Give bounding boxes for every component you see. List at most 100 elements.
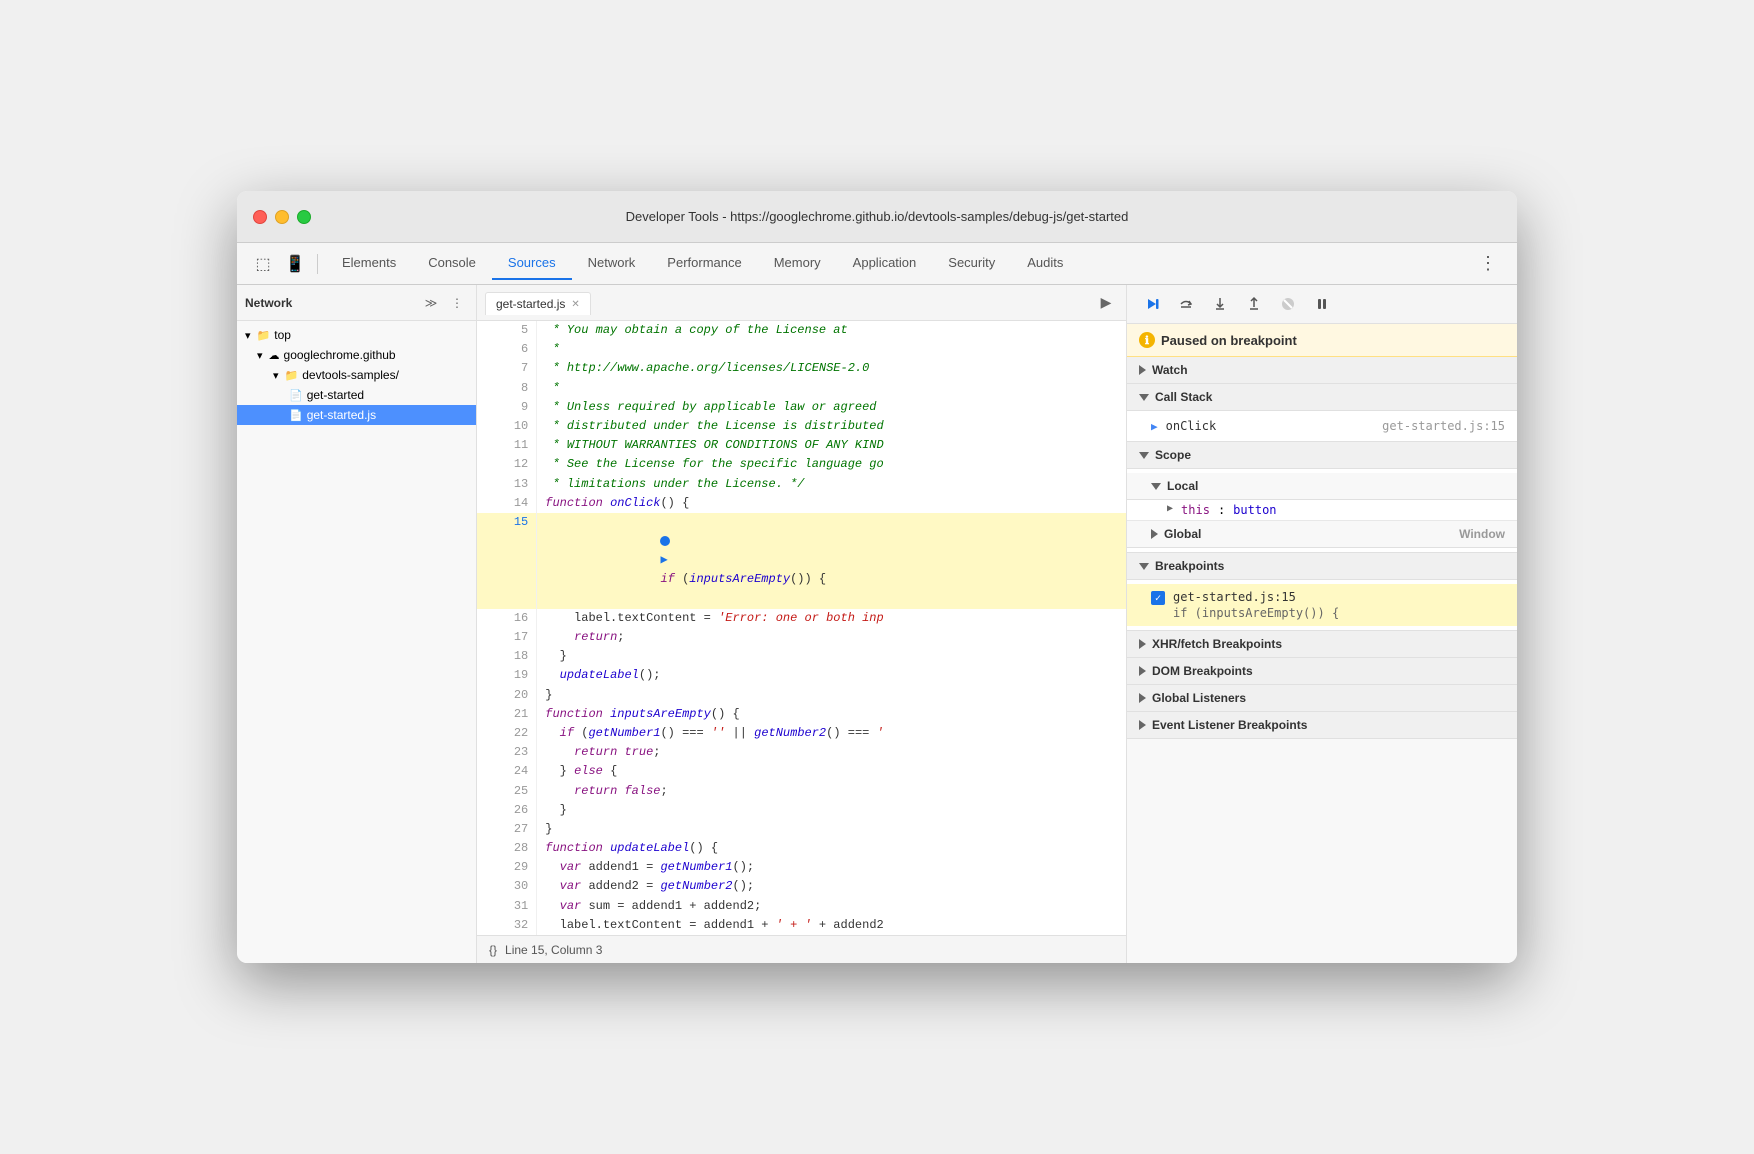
tab-console[interactable]: Console (412, 247, 492, 280)
xhr-breakpoints-label: XHR/fetch Breakpoints (1152, 637, 1282, 651)
tab-sources[interactable]: Sources (492, 247, 572, 280)
line-code[interactable]: var addend2 = getNumber2(); (537, 877, 1126, 896)
line-code[interactable]: var sum = addend1 + addend2; (537, 897, 1126, 916)
code-line-24: 24 } else { (477, 762, 1126, 781)
line-code[interactable]: updateLabel(); (537, 666, 1126, 685)
code-line-17: 17 return; (477, 628, 1126, 647)
line-code[interactable]: * WITHOUT WARRANTIES OR CONDITIONS OF AN… (537, 436, 1126, 455)
code-line-13: 13 * limitations under the License. */ (477, 475, 1126, 494)
code-line-11: 11 * WITHOUT WARRANTIES OR CONDITIONS OF… (477, 436, 1126, 455)
panel-menu-button[interactable]: ⋮ (446, 292, 468, 314)
line-code[interactable]: return; (537, 628, 1126, 647)
line-code[interactable]: * You may obtain a copy of the License a… (537, 321, 1126, 340)
line-code[interactable]: * limitations under the License. */ (537, 475, 1126, 494)
device-icon[interactable]: 📱 (281, 250, 309, 278)
tree-item-get-started[interactable]: 📄 get-started (237, 385, 476, 405)
execution-arrow: ▶ (660, 551, 667, 570)
minimize-button[interactable] (275, 210, 289, 224)
tab-memory[interactable]: Memory (758, 247, 837, 280)
breakpoint-code: if (inputsAreEmpty()) { (1173, 606, 1339, 620)
tab-performance[interactable]: Performance (651, 247, 757, 280)
scope-section-header[interactable]: Scope (1127, 442, 1517, 469)
code-line-9: 9 * Unless required by applicable law or… (477, 398, 1126, 417)
local-collapse-icon (1151, 483, 1161, 490)
tab-network[interactable]: Network (572, 247, 652, 280)
code-line-5: 5 * You may obtain a copy of the License… (477, 321, 1126, 340)
main-toolbar: ⬚ 📱 Elements Console Sources Network Per… (237, 243, 1517, 285)
tab-audits[interactable]: Audits (1011, 247, 1079, 280)
line-code[interactable]: * distributed under the License is distr… (537, 417, 1126, 436)
line-code[interactable]: } (537, 801, 1126, 820)
editor-tab[interactable]: get-started.js ✕ (485, 292, 591, 315)
more-tabs-button[interactable]: ⋮ (1471, 249, 1505, 278)
step-into-button[interactable] (1207, 291, 1233, 317)
line-code[interactable]: if (getNumber1() === '' || getNumber2() … (537, 724, 1126, 743)
line-code[interactable]: function updateLabel() { (537, 839, 1126, 858)
local-scope-header[interactable]: Local (1127, 473, 1517, 500)
editor-tab-label: get-started.js (496, 297, 565, 311)
close-button[interactable] (253, 210, 267, 224)
global-listeners-label: Global Listeners (1152, 691, 1246, 705)
expand-panel-button[interactable]: ≫ (420, 292, 442, 314)
line-code[interactable]: } (537, 647, 1126, 666)
breakpoint-item-1[interactable]: ✓ get-started.js:15 if (inputsAreEmpty()… (1127, 584, 1517, 626)
deactivate-breakpoints-button[interactable] (1275, 291, 1301, 317)
code-line-21: 21 function inputsAreEmpty() { (477, 705, 1126, 724)
call-stack-section-header[interactable]: Call Stack (1127, 384, 1517, 411)
line-code[interactable]: } (537, 820, 1126, 839)
tree-item-get-started-js[interactable]: 📄 get-started.js (237, 405, 476, 425)
step-over-button[interactable] (1173, 291, 1199, 317)
line-num: 13 (477, 475, 537, 494)
line-num: 29 (477, 858, 537, 877)
xhr-breakpoints-header[interactable]: XHR/fetch Breakpoints (1127, 631, 1517, 658)
global-scope-header[interactable]: Global Window (1127, 520, 1517, 548)
line-code[interactable]: return true; (537, 743, 1126, 762)
tree-item-label: get-started.js (307, 408, 376, 422)
line-code[interactable]: * http://www.apache.org/licenses/LICENSE… (537, 359, 1126, 378)
global-listeners-header[interactable]: Global Listeners (1127, 685, 1517, 712)
step-out-button[interactable] (1241, 291, 1267, 317)
line-code[interactable]: function inputsAreEmpty() { (537, 705, 1126, 724)
pause-message: Paused on breakpoint (1161, 333, 1297, 348)
line-code[interactable]: ▶ if (inputsAreEmpty()) { (537, 513, 1126, 609)
line-num: 10 (477, 417, 537, 436)
call-fn-name: onClick (1166, 419, 1217, 433)
tree-item-devtools-samples[interactable]: ▾ 📁 devtools-samples/ (237, 365, 476, 385)
pause-on-exceptions-button[interactable] (1309, 291, 1335, 317)
line-num: 18 (477, 647, 537, 666)
tree-item-top[interactable]: ▾ 📁 top (237, 325, 476, 345)
editor-nav-button[interactable]: ▶ (1094, 291, 1118, 315)
line-code[interactable]: return false; (537, 782, 1126, 801)
watch-section-header[interactable]: Watch (1127, 357, 1517, 384)
cursor-icon[interactable]: ⬚ (249, 250, 277, 278)
tab-application[interactable]: Application (837, 247, 933, 280)
tab-security[interactable]: Security (932, 247, 1011, 280)
tab-elements[interactable]: Elements (326, 247, 412, 280)
line-code[interactable]: } else { (537, 762, 1126, 781)
line-code[interactable]: label.textContent = 'Error: one or both … (537, 609, 1126, 628)
call-fn-location: get-started.js:15 (1382, 419, 1505, 433)
breakpoint-checkbox[interactable]: ✓ (1151, 591, 1165, 605)
folder-arrow-icon: ▾ (245, 329, 251, 342)
tree-item-label: top (274, 328, 291, 342)
line-code[interactable]: var addend1 = getNumber1(); (537, 858, 1126, 877)
line-num: 23 (477, 743, 537, 762)
line-code[interactable]: * (537, 379, 1126, 398)
maximize-button[interactable] (297, 210, 311, 224)
line-code[interactable]: * (537, 340, 1126, 359)
breakpoints-section-header[interactable]: Breakpoints (1127, 553, 1517, 580)
pretty-print-button[interactable]: {} (489, 943, 497, 957)
line-code[interactable]: function onClick() { (537, 494, 1126, 513)
editor-tab-close-button[interactable]: ✕ (571, 299, 579, 310)
xhr-collapse-icon (1139, 639, 1146, 649)
line-code[interactable]: * See the License for the specific langu… (537, 455, 1126, 474)
dom-breakpoints-header[interactable]: DOM Breakpoints (1127, 658, 1517, 685)
resume-button[interactable] (1139, 291, 1165, 317)
code-line-15: 15 ▶ if (inputsAreEmpty()) { (477, 513, 1126, 609)
event-listener-breakpoints-header[interactable]: Event Listener Breakpoints (1127, 712, 1517, 739)
call-stack-item-onclick[interactable]: ▶ onClick get-started.js:15 (1127, 415, 1517, 437)
line-code[interactable]: * Unless required by applicable law or a… (537, 398, 1126, 417)
line-code[interactable]: } (537, 686, 1126, 705)
tree-item-googlechrome[interactable]: ▾ ☁ googlechrome.github (237, 345, 476, 365)
line-code[interactable]: label.textContent = addend1 + ' + ' + ad… (537, 916, 1126, 935)
